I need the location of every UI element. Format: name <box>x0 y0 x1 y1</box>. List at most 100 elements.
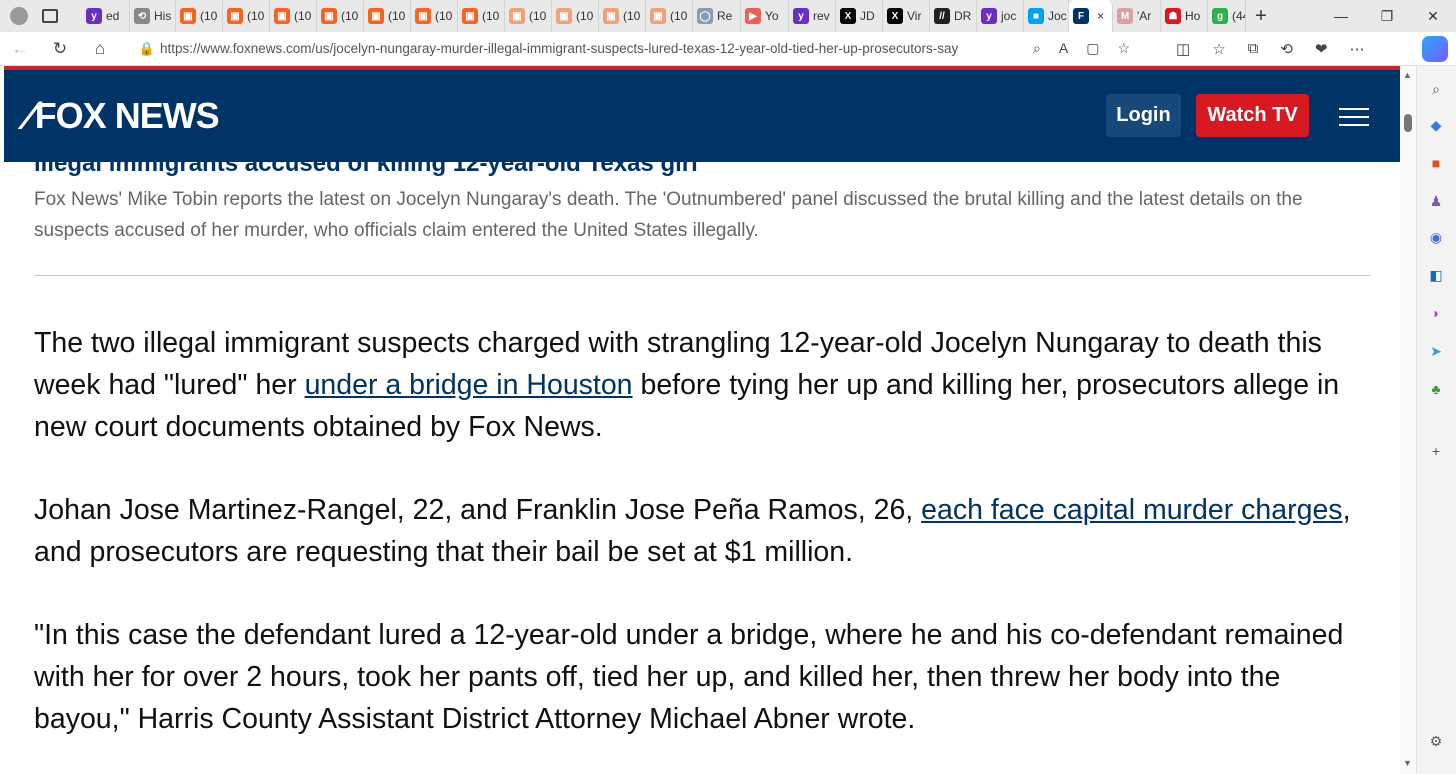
tab[interactable]: ▣ (10 <box>552 0 599 32</box>
settings-icon[interactable]: ⚙ <box>1427 732 1445 750</box>
tab-label: (10 <box>576 9 594 23</box>
tab-favicon-icon: ◯ <box>697 8 713 24</box>
close-tab-icon[interactable]: × <box>1097 9 1104 23</box>
close-window-button[interactable]: ✕ <box>1410 8 1456 25</box>
copilot-icon[interactable] <box>1422 36 1448 62</box>
tree-icon[interactable]: ♣ <box>1427 380 1445 398</box>
tab-list: y ed ⟲ His ▣ (10 ▣ (10 ▣ (10 ▣ (10 ▣ (10 ▣ (10 ▣ (10 ▣ (10 ▣… <box>82 0 1246 32</box>
menu-hamburger-icon[interactable] <box>1339 108 1369 126</box>
history-icon[interactable]: ⟲ <box>1280 40 1293 58</box>
tab-favicon-icon: ▣ <box>180 8 196 24</box>
page-scrollbar[interactable]: ▲ ▼ <box>1400 66 1416 774</box>
immersive-reader-icon[interactable]: ▢ <box>1086 40 1099 57</box>
tab-favicon-icon: X <box>840 8 856 24</box>
outlook-icon[interactable]: ◧ <box>1427 266 1445 284</box>
lock-icon[interactable]: 🔒 <box>134 41 160 57</box>
tab-label: (10 <box>247 9 265 23</box>
tab-label: rev <box>813 9 830 23</box>
tab[interactable]: ■ Joc <box>1024 0 1069 32</box>
tab-active[interactable]: F × <box>1069 0 1113 32</box>
tab[interactable]: y ed <box>82 0 130 32</box>
tab[interactable]: ▣ (10 <box>505 0 552 32</box>
tab-actions-icon[interactable] <box>42 9 58 23</box>
tab-label: (10 <box>435 9 453 23</box>
tab[interactable]: y joc <box>977 0 1024 32</box>
games-icon[interactable]: ♟ <box>1427 192 1445 210</box>
tab-favicon-icon: ▣ <box>509 8 525 24</box>
fox-news-logo[interactable]: ⁄ FOX NEWS <box>26 94 220 138</box>
restore-button[interactable]: ❐ <box>1364 8 1410 25</box>
tab[interactable]: ▣ (10 <box>599 0 646 32</box>
tab[interactable]: ▣ (10 <box>270 0 317 32</box>
favorites-icon[interactable]: ☆ <box>1212 40 1225 58</box>
tab[interactable]: ▣ (10 <box>317 0 364 32</box>
add-icon[interactable]: + <box>1427 442 1445 460</box>
tab[interactable]: ▣ (10 <box>458 0 505 32</box>
url-text[interactable]: https://www.foxnews.com/us/jocelyn-nunga… <box>160 41 1033 56</box>
video-title[interactable]: illegal immigrants accused of killing 12… <box>34 162 698 178</box>
tab[interactable]: ▣ (10 <box>646 0 693 32</box>
logo-mark-icon: ⁄ <box>26 94 33 138</box>
tab-favicon-icon: ▣ <box>603 8 619 24</box>
profile-icon[interactable] <box>10 7 28 25</box>
telegram-icon[interactable]: ➤ <box>1427 342 1445 360</box>
tab[interactable]: // DR <box>930 0 977 32</box>
tab-label: (10 <box>294 9 312 23</box>
tab[interactable]: X JD <box>836 0 883 32</box>
collections-icon[interactable]: ⧉ <box>1248 40 1259 58</box>
tab-label: (44 <box>1232 9 1245 23</box>
watch-tv-button[interactable]: Watch TV <box>1196 94 1309 137</box>
favorite-star-icon[interactable]: ☆ <box>1117 40 1130 57</box>
tab[interactable]: ☗ Ho <box>1161 0 1208 32</box>
minimize-button[interactable]: — <box>1318 8 1364 24</box>
scroll-up-arrow-icon[interactable]: ▲ <box>1403 70 1412 80</box>
tab[interactable]: ▣ (10 <box>176 0 223 32</box>
more-menu-icon[interactable]: ⋯ <box>1350 40 1365 58</box>
address-bar[interactable]: 🔒 https://www.foxnews.com/us/jocelyn-nun… <box>126 34 1146 63</box>
back-button[interactable]: ← <box>0 39 40 59</box>
tab[interactable]: g (44 <box>1208 0 1246 32</box>
designer-icon[interactable]: ◗ <box>1427 304 1445 322</box>
tab-label: Ho <box>1185 9 1201 23</box>
tab[interactable]: ⟲ His <box>130 0 176 32</box>
browser-essentials-icon[interactable]: ❤ <box>1315 40 1328 58</box>
logo-wordmark: FOX NEWS <box>34 95 220 136</box>
tab-favicon-icon: ▣ <box>462 8 478 24</box>
tab-label: (10 <box>341 9 359 23</box>
briefcase-icon[interactable]: ■ <box>1427 154 1445 172</box>
edge-sidebar: ⌕ ◆ ■ ♟ ◉ ◧ ◗ ➤ ♣ + ⚙ <box>1416 66 1456 774</box>
tab-label: JD <box>860 9 875 23</box>
tab[interactable]: ▣ (10 <box>411 0 458 32</box>
zoom-icon[interactable]: ⌕ <box>1033 40 1041 57</box>
tab[interactable]: X Vir <box>883 0 930 32</box>
tab-favicon-icon: X <box>887 8 903 24</box>
tab[interactable]: ▣ (10 <box>364 0 411 32</box>
address-bar-actions: ⌕ A ▢ ☆ <box>1033 40 1130 57</box>
tab[interactable]: M 'Ar <box>1113 0 1161 32</box>
bridge-houston-link[interactable]: under a bridge in Houston <box>305 369 633 401</box>
tab-strip-lead <box>0 0 82 32</box>
tab-favicon-icon: ▶ <box>745 8 761 24</box>
search-icon[interactable]: ⌕ <box>1427 80 1445 98</box>
tab-favicon-icon: ▣ <box>556 8 572 24</box>
tab-label: Yo <box>765 9 779 23</box>
home-button[interactable]: ⌂ <box>80 39 120 59</box>
new-tab-button[interactable]: + <box>1246 5 1276 28</box>
capital-murder-charges-link[interactable]: each face capital murder charges <box>921 494 1342 526</box>
tab[interactable]: ▣ (10 <box>223 0 270 32</box>
read-aloud-icon[interactable]: A <box>1059 40 1068 57</box>
tab-favicon-icon: ▣ <box>415 8 431 24</box>
tab[interactable]: ▶ Yo <box>741 0 789 32</box>
tab[interactable]: y rev <box>789 0 836 32</box>
tab-favicon-icon: ▣ <box>274 8 290 24</box>
login-button[interactable]: Login <box>1106 94 1181 137</box>
scroll-down-arrow-icon[interactable]: ▼ <box>1403 758 1412 768</box>
split-screen-icon[interactable]: ◫ <box>1176 40 1190 58</box>
tag-icon[interactable]: ◆ <box>1427 116 1445 134</box>
tab[interactable]: ◯ Re <box>693 0 741 32</box>
copilot-app-icon[interactable]: ◉ <box>1427 228 1445 246</box>
reload-button[interactable]: ↻ <box>40 39 80 59</box>
scroll-thumb[interactable] <box>1404 114 1412 132</box>
tab-label: (10 <box>388 9 406 23</box>
site-header: ⁄ FOX NEWS Login Watch TV <box>4 70 1400 162</box>
